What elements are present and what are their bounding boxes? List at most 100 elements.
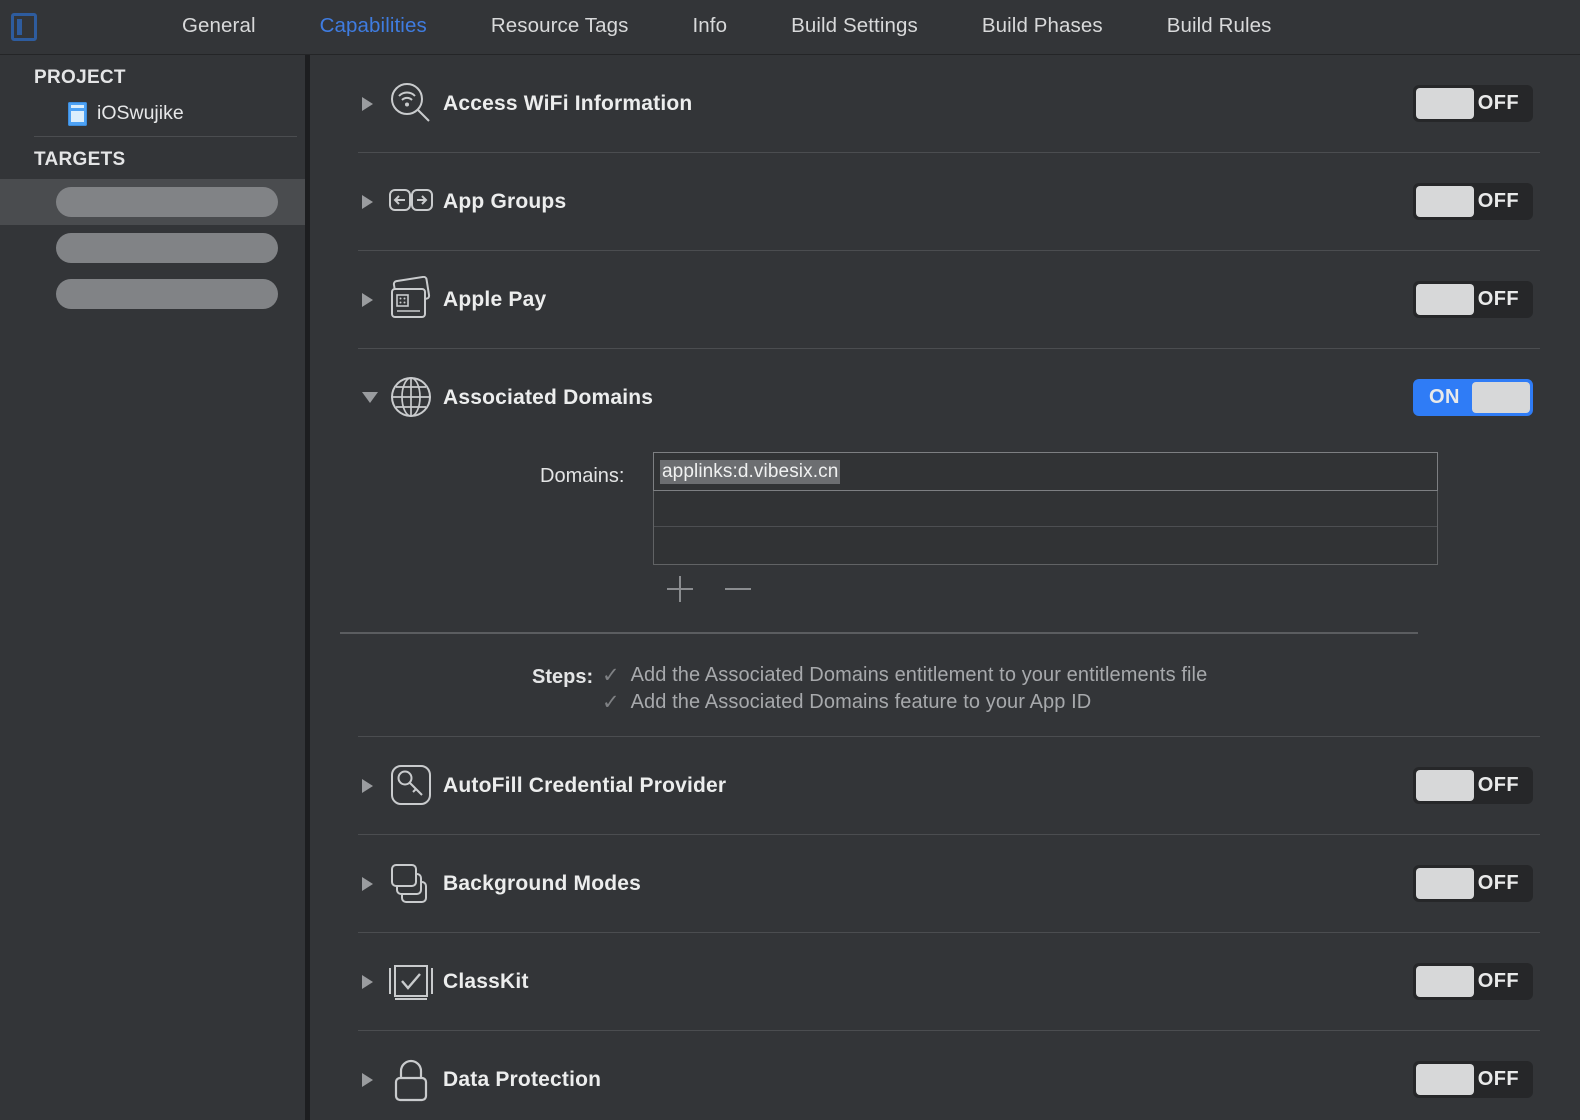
globe-icon <box>388 374 434 420</box>
toggle-knob <box>1416 770 1474 801</box>
toggle-knob <box>1416 1064 1474 1095</box>
domains-label: Domains: <box>540 465 625 487</box>
tab-info[interactable]: Info <box>661 0 760 55</box>
tab-build-settings[interactable]: Build Settings <box>759 0 950 55</box>
step-item: ✓ Add the Associated Domains feature to y… <box>602 691 1207 717</box>
capability-title: App Groups <box>443 189 567 213</box>
capability-title: Associated Domains <box>443 385 654 409</box>
toggle-state-label: OFF <box>1477 872 1519 894</box>
sidebar-toggle-icon[interactable] <box>11 13 37 41</box>
check-icon: ✓ <box>602 664 620 687</box>
capabilities-pane: Access WiFi Information OFF App Groups OFF A… <box>310 55 1580 1120</box>
capability-title: Background Modes <box>443 871 642 895</box>
toggle-state-label: OFF <box>1477 190 1519 212</box>
steps-label: Steps: <box>532 666 594 688</box>
capability-toggle-app-groups[interactable]: OFF <box>1413 183 1533 220</box>
domains-table[interactable]: applinks:d.vibesix.cn <box>653 452 1438 565</box>
tab-list: General Capabilities Resource Tags Info Buil… <box>150 0 1304 55</box>
sidebar-toggle-bar <box>17 19 22 35</box>
target-name-redacted <box>56 233 278 263</box>
toggle-state-label: OFF <box>1477 288 1519 310</box>
sidebar-item-target[interactable] <box>0 225 305 271</box>
tab-bar: General Capabilities Resource Tags Info Buil… <box>0 0 1580 55</box>
remove-domain-button[interactable] <box>721 572 755 606</box>
capability-row-classkit[interactable]: ClassKit OFF <box>310 933 1580 1030</box>
capability-row-autofill-credential-provider[interactable]: AutoFill Credential Provider OFF <box>310 737 1580 834</box>
tab-capabilities[interactable]: Capabilities <box>288 0 459 55</box>
domains-table-row[interactable]: applinks:d.vibesix.cn <box>653 452 1438 491</box>
capability-toggle-background-modes[interactable]: OFF <box>1413 865 1533 902</box>
chevron-right-icon[interactable] <box>362 96 373 111</box>
step-text: Add the Associated Domains entitlement t… <box>630 664 1208 686</box>
tab-resource-tags[interactable]: Resource Tags <box>459 0 661 55</box>
capability-title: AutoFill Credential Provider <box>443 773 727 797</box>
chevron-right-icon[interactable] <box>362 292 373 307</box>
target-name-redacted <box>56 187 278 217</box>
capability-title: ClassKit <box>443 969 529 993</box>
tab-general[interactable]: General <box>150 0 288 55</box>
stacked-cards-icon <box>388 860 434 906</box>
project-section-header: PROJECT <box>34 67 126 88</box>
project-navigator-sidebar: PROJECT iOSwujike TARGETS <box>0 55 305 1120</box>
capability-toggle-autofill-credential-provider[interactable]: OFF <box>1413 767 1533 804</box>
domains-table-row[interactable] <box>654 527 1437 564</box>
project-name-label: iOSwujike <box>97 102 184 124</box>
toggle-state-label: OFF <box>1477 970 1519 992</box>
toggle-state-label: OFF <box>1477 92 1519 114</box>
capability-row-background-modes[interactable]: Background Modes OFF <box>310 835 1580 932</box>
sidebar-item-target[interactable] <box>0 179 305 225</box>
sidebar-item-project[interactable]: iOSwujike <box>0 97 305 131</box>
toggle-knob <box>1416 966 1474 997</box>
capability-toggle-apple-pay[interactable]: OFF <box>1413 281 1533 318</box>
capability-row-data-protection[interactable]: Data Protection OFF <box>310 1031 1580 1120</box>
capability-row-access-wifi-information[interactable]: Access WiFi Information OFF <box>310 55 1580 152</box>
add-domain-button[interactable] <box>663 572 697 606</box>
chevron-right-icon[interactable] <box>362 778 373 793</box>
tab-build-rules[interactable]: Build Rules <box>1135 0 1304 55</box>
capability-toggle-data-protection[interactable]: OFF <box>1413 1061 1533 1098</box>
capability-row-associated-domains[interactable]: Associated Domains ON <box>310 349 1580 446</box>
toggle-knob <box>1416 284 1474 315</box>
chevron-right-icon[interactable] <box>362 974 373 989</box>
steps-list: ✓ Add the Associated Domains entitlement … <box>602 664 1207 718</box>
associated-domains-body: Domains: applinks:d.vibesix.cn Steps: ✓ Add … <box>310 446 1580 736</box>
project-document-icon <box>68 101 87 126</box>
capability-toggle-access-wifi-information[interactable]: OFF <box>1413 85 1533 122</box>
target-name-redacted <box>56 279 278 309</box>
key-icon <box>388 762 434 808</box>
toggle-knob <box>1416 868 1474 899</box>
sidebar-item-target[interactable] <box>0 271 305 317</box>
chevron-right-icon[interactable] <box>362 1072 373 1087</box>
chevron-down-icon[interactable] <box>362 392 378 403</box>
domain-value[interactable]: applinks:d.vibesix.cn <box>660 460 841 484</box>
capability-toggle-associated-domains[interactable]: ON <box>1413 379 1533 416</box>
capability-title: Access WiFi Information <box>443 91 693 115</box>
steps-divider <box>340 632 1418 634</box>
xcode-target-editor: General Capabilities Resource Tags Info Buil… <box>0 0 1580 1120</box>
domains-table-row[interactable] <box>654 490 1437 527</box>
wifi-search-icon <box>388 80 434 126</box>
capability-row-apple-pay[interactable]: Apple Pay OFF <box>310 251 1580 348</box>
toggle-state-label: ON <box>1429 386 1460 408</box>
apple-pay-card-icon <box>388 275 434 322</box>
domains-table-buttons <box>653 572 853 606</box>
capability-row-app-groups[interactable]: App Groups OFF <box>310 153 1580 250</box>
chevron-right-icon[interactable] <box>362 194 373 209</box>
check-icon: ✓ <box>602 691 620 714</box>
checkbox-icon <box>388 958 434 1004</box>
step-item: ✓ Add the Associated Domains entitlement … <box>602 664 1207 690</box>
toggle-state-label: OFF <box>1477 1068 1519 1090</box>
targets-list <box>0 179 305 317</box>
capability-title: Apple Pay <box>443 287 547 311</box>
toggle-knob <box>1472 382 1530 413</box>
capability-toggle-classkit[interactable]: OFF <box>1413 963 1533 1000</box>
app-groups-icon <box>388 178 434 224</box>
tab-build-phases[interactable]: Build Phases <box>950 0 1135 55</box>
lock-icon <box>388 1056 434 1102</box>
toggle-state-label: OFF <box>1477 774 1519 796</box>
chevron-right-icon[interactable] <box>362 876 373 891</box>
capability-title: Data Protection <box>443 1067 602 1091</box>
toggle-knob <box>1416 88 1474 119</box>
targets-section-header: TARGETS <box>34 149 126 170</box>
toggle-knob <box>1416 186 1474 217</box>
